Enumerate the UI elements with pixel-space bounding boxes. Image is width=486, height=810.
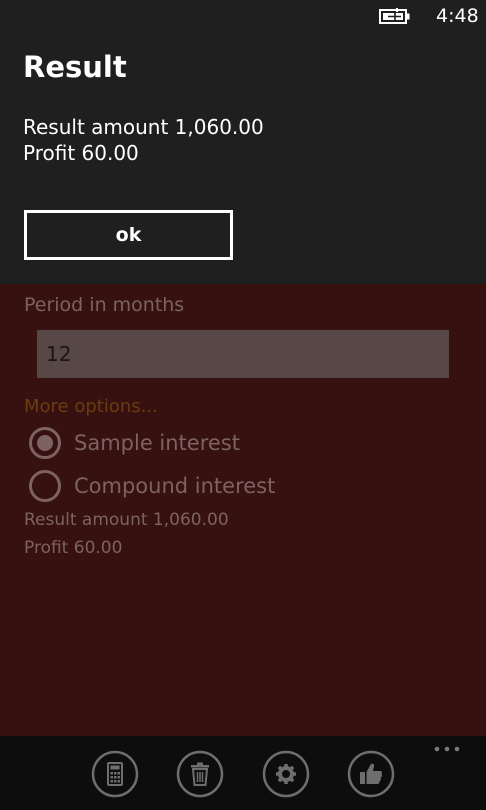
thumbs-up-icon	[347, 750, 395, 798]
dialog-profit: Profit 60.00	[23, 141, 139, 165]
radio-sample-interest[interactable]: Sample interest	[28, 426, 328, 462]
profit-text: Profit 60.00	[24, 538, 123, 558]
radio-selected-icon	[29, 427, 61, 459]
radio-label: Sample interest	[74, 431, 240, 455]
gear-icon	[262, 750, 310, 798]
radio-compound-interest[interactable]: Compound interest	[28, 469, 328, 505]
settings-button[interactable]	[262, 750, 310, 798]
more-dots-icon[interactable]	[433, 744, 463, 754]
more-options-link[interactable]: More options...	[24, 396, 158, 418]
delete-button[interactable]	[176, 750, 224, 798]
dialog-result-amount: Result amount 1,060.00	[23, 115, 264, 139]
radio-label: Compound interest	[74, 474, 276, 498]
status-bar: 4:48	[0, 0, 486, 34]
clock: 4:48	[436, 5, 479, 27]
app-bar	[0, 736, 486, 810]
rate-button[interactable]	[347, 750, 395, 798]
result-dialog: Result Result amount 1,060.00 Profit 60.…	[0, 34, 486, 284]
ok-button[interactable]: ok	[24, 210, 233, 260]
period-input[interactable]: 12	[37, 330, 449, 378]
calculator-icon	[91, 750, 139, 798]
trash-icon	[176, 750, 224, 798]
period-label: Period in months	[24, 294, 185, 316]
battery-charging-icon	[379, 8, 410, 24]
calculator-button[interactable]	[91, 750, 139, 798]
dialog-title: Result	[23, 50, 127, 84]
result-amount-text: Result amount 1,060.00	[24, 510, 229, 530]
calculator-page: Period in months 12 More options... Samp…	[0, 284, 486, 736]
radio-unselected-icon	[29, 470, 61, 502]
